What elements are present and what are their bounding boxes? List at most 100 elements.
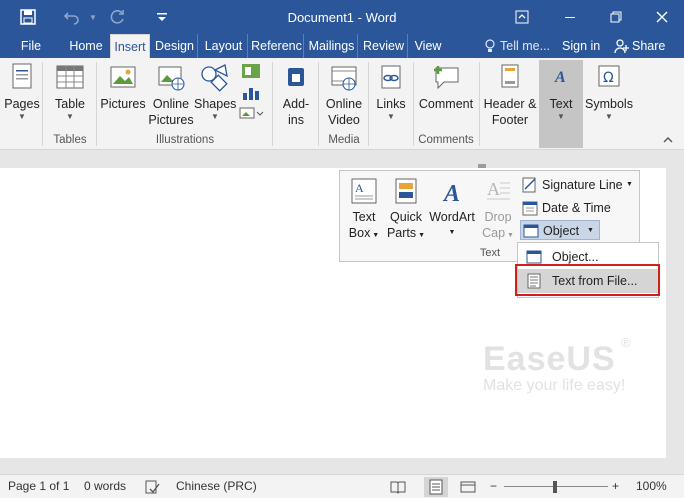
quick-parts-icon: [395, 178, 417, 204]
vertical-scrollbar[interactable]: [666, 168, 684, 458]
menu-item-text-from-file[interactable]: Text from File...: [518, 269, 658, 293]
tab-insert[interactable]: Insert: [110, 34, 150, 58]
wordart-button[interactable]: A WordArt ▼: [428, 177, 476, 241]
watermark: EaseUS ® Make your life easy!: [483, 335, 643, 395]
web-layout-icon[interactable]: [460, 479, 476, 495]
online-pictures-button[interactable]: Online Pictures: [148, 60, 194, 132]
object-icon: [523, 224, 539, 238]
redo-icon[interactable]: [104, 0, 132, 34]
tab-layout[interactable]: Layout: [200, 34, 248, 58]
links-label: Links: [376, 97, 406, 111]
text-box-button[interactable]: A Text Box ▼: [346, 177, 382, 244]
share-button[interactable]: Share: [612, 34, 665, 58]
links-button[interactable]: Links ▼: [372, 60, 410, 132]
text-box-icon: A: [351, 178, 377, 204]
group-divider: [368, 62, 369, 146]
chevron-down-icon: ▼: [416, 232, 426, 239]
chart-icon: [243, 88, 259, 100]
language-indicator[interactable]: Chinese (PRC): [176, 475, 257, 498]
screenshot-icon: [239, 107, 264, 119]
drop-cap-icon: A: [487, 179, 510, 200]
signature-line-button[interactable]: Signature Line ▼: [520, 175, 636, 195]
table-button[interactable]: Table ▼: [48, 60, 92, 132]
object-button[interactable]: Object ▼: [520, 220, 600, 240]
undo-dropdown-icon[interactable]: ▼: [86, 0, 100, 34]
add-ins-button[interactable]: Add- ins: [276, 60, 316, 132]
svg-text:Ω: Ω: [603, 70, 614, 86]
object-icon: [526, 250, 542, 264]
quick-parts-button[interactable]: Quick Parts ▼: [386, 177, 426, 244]
word-count[interactable]: 0 words: [84, 475, 126, 498]
zoom-level[interactable]: 100%: [636, 475, 667, 498]
table-icon: [56, 65, 84, 89]
page-count[interactable]: Page 1 of 1: [8, 475, 69, 498]
zoom-out-button[interactable]: −: [490, 475, 497, 498]
tab-file[interactable]: File: [10, 34, 52, 58]
text-icon: A: [554, 69, 566, 86]
chevron-down-icon: ▼: [505, 232, 514, 239]
close-icon[interactable]: [642, 0, 682, 34]
save-icon[interactable]: [14, 0, 42, 34]
share-label: Share: [632, 39, 666, 53]
sign-in-link[interactable]: Sign in: [562, 34, 600, 58]
group-divider: [318, 62, 319, 146]
proofing-icon[interactable]: [144, 479, 160, 495]
tab-view[interactable]: View: [410, 34, 446, 58]
group-label-illustrations: Illustrations: [155, 134, 215, 146]
smartart-chart-screenshot-buttons[interactable]: [236, 60, 266, 132]
chevron-down-icon: ▼: [211, 112, 219, 121]
header-footer-icon: [501, 64, 519, 88]
customize-icon[interactable]: [152, 0, 172, 34]
comment-button[interactable]: Comment: [416, 60, 476, 132]
table-label: Table: [55, 97, 85, 111]
tell-me-box[interactable]: Tell me...: [484, 34, 550, 58]
chevron-down-icon: ▼: [387, 112, 395, 121]
pages-label: Pages: [4, 97, 40, 111]
print-layout-icon[interactable]: [424, 477, 448, 497]
video-icon: [331, 66, 357, 91]
ribbon-tabs: File Home Insert Design Layout Referenc …: [0, 34, 684, 58]
menu-item-object[interactable]: Object...: [518, 245, 658, 269]
wordart-icon: A: [442, 181, 460, 205]
svg-text:A: A: [355, 181, 364, 195]
header-footer-button[interactable]: Header & Footer: [482, 60, 538, 132]
zoom-in-button[interactable]: +: [612, 475, 619, 498]
group-label-text: Text: [479, 247, 501, 259]
group-divider: [96, 62, 97, 146]
collapse-ribbon-icon[interactable]: [662, 134, 676, 146]
pages-button[interactable]: Pages ▼: [4, 60, 40, 132]
symbols-button[interactable]: Ω Symbols ▼: [584, 60, 634, 132]
smartart-icon: [242, 64, 260, 78]
watermark-logo: EaseUS: [483, 340, 616, 378]
tab-references[interactable]: Referenc: [250, 34, 304, 58]
wordart-label: WordArt: [429, 210, 475, 224]
menu-item-object-label: Object...: [552, 250, 599, 264]
chevron-down-icon: ▼: [18, 112, 26, 121]
drop-cap-button[interactable]: A Drop Cap ▼: [478, 177, 518, 244]
header-footer-label-2: Footer: [491, 113, 529, 127]
menu-item-text-from-file-label: Text from File...: [552, 274, 638, 288]
text-box-label-1: Text: [352, 210, 376, 224]
pictures-button[interactable]: Pictures: [100, 60, 146, 132]
tab-home[interactable]: Home: [64, 34, 108, 58]
text-box-label-2: Box: [348, 226, 371, 240]
online-picture-icon: [158, 66, 185, 91]
undo-icon[interactable]: [58, 0, 86, 34]
shapes-button[interactable]: Shapes ▼: [194, 60, 236, 132]
read-mode-icon[interactable]: [390, 479, 406, 495]
group-divider: [479, 62, 480, 146]
tab-mailings[interactable]: Mailings: [306, 34, 358, 58]
restore-icon[interactable]: [596, 0, 636, 34]
quick-parts-label-2: Parts: [386, 226, 417, 240]
date-time-button[interactable]: Date & Time: [520, 198, 636, 218]
tab-design[interactable]: Design: [152, 34, 198, 58]
zoom-slider-handle[interactable]: [553, 481, 557, 493]
comment-icon: [434, 66, 459, 90]
text-button[interactable]: A Text ▼: [539, 60, 583, 148]
ribbon-display-icon[interactable]: [508, 0, 536, 34]
minimize-icon[interactable]: [550, 0, 590, 34]
object-menu: Object... Text from File...: [517, 242, 659, 298]
registered-mark: ®: [621, 335, 631, 350]
online-video-button[interactable]: Online Video: [322, 60, 366, 132]
tab-review[interactable]: Review: [360, 34, 408, 58]
